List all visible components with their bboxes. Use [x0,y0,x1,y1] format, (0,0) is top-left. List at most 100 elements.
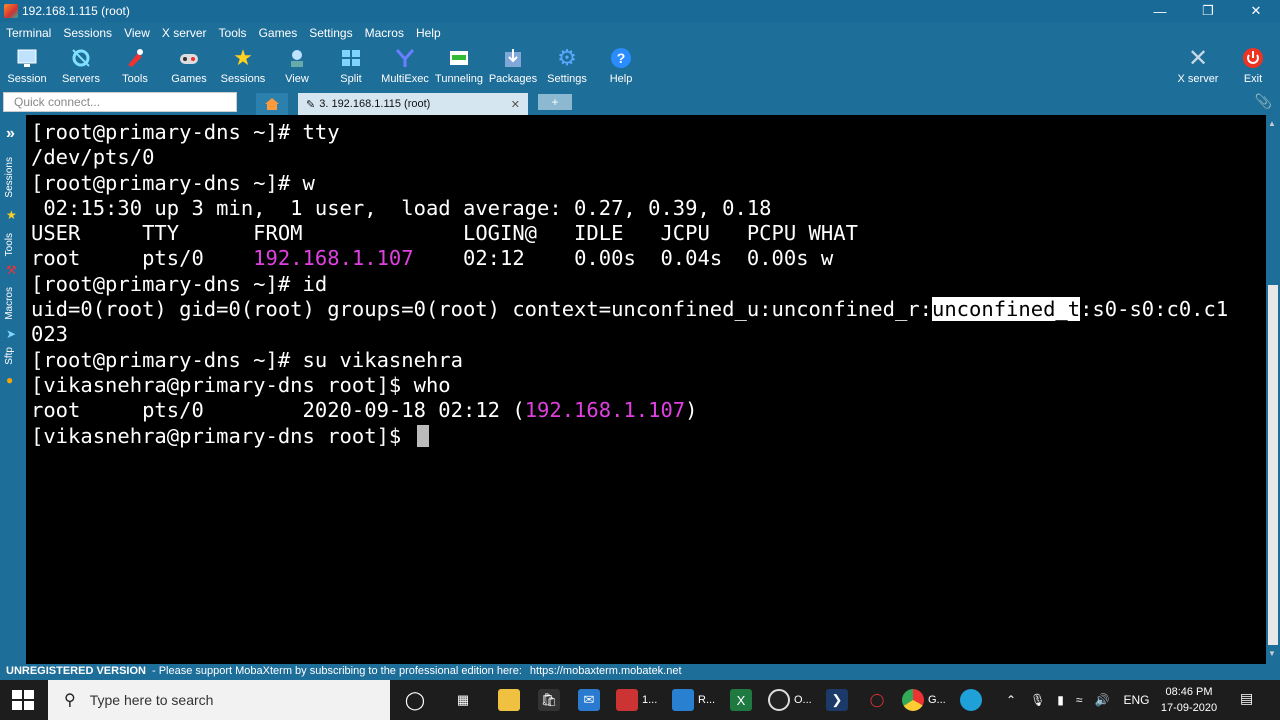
task-view-icon: ▦ [456,692,470,707]
network-icon[interactable]: ≈ [1076,693,1083,707]
file-explorer-button[interactable] [498,688,524,712]
terminal-tab-icon: ✎ [306,98,316,111]
terminal-line: /dev/pts/0 [31,145,155,170]
terminal-line: [root@primary-dns ~]# w [31,170,315,195]
terminal-line: [root@primary-dns ~]# tty [31,120,340,144]
sftp-icon: ● [6,373,14,387]
clock-time: 08:46 PM [1165,686,1213,698]
taskbar-app-excel[interactable]: X [730,688,756,712]
help-button[interactable]: ? Help [594,44,648,90]
taskbar-app-r[interactable]: R... [672,688,715,712]
mic-icon[interactable]: 🎙 [1030,693,1045,707]
exit-button[interactable]: Exit [1226,44,1280,90]
chevron-up-icon[interactable]: ⌃ [1006,693,1016,707]
menu-tools[interactable]: Tools [213,26,253,40]
battery-icon[interactable]: ▮ [1057,693,1064,707]
sidebar-sftp[interactable]: Sftp [4,347,15,365]
terminal-line: 02:15:30 up 3 min, 1 user, load average:… [31,195,772,220]
terminal[interactable]: [root@primary-dns ~]# tty/dev/pts/0 [root… [26,115,1266,664]
tunneling-icon [447,46,471,70]
close-button[interactable]: ✕ [1232,0,1280,22]
taskbar-app-mobaxterm[interactable]: 1... [616,688,657,712]
folder-icon [498,689,520,711]
packages-button[interactable]: Packages [486,44,540,90]
taskbar-app-chrome[interactable]: G... [902,688,946,712]
mail-button[interactable]: ✉ [578,688,604,712]
paperclip-icon[interactable]: 📎 [1255,93,1272,110]
games-button[interactable]: Games [162,44,216,90]
store-icon: 🛍 [538,689,560,711]
help-icon: ? [609,46,633,70]
scroll-down-icon[interactable]: ▼ [1268,649,1276,658]
taskbar-search-input[interactable]: ⚲ Type here to search [48,680,390,720]
terminal-icon: ❯ [826,689,848,711]
notification-icon[interactable]: ▤ [1240,690,1253,707]
task-view-button[interactable]: ▦ [452,688,478,712]
terminal-line: USER TTY FROM LOGIN@ IDLE JCPU PCPU WHAT [31,221,858,246]
settings-button[interactable]: ⚙ Settings [540,44,594,90]
system-tray: ⌃ 🎙 ▮ ≈ 🔊 ENG [998,680,1157,720]
ip-address: 192.168.1.107 [524,398,686,423]
chevron-right-icon[interactable]: » [6,125,15,143]
taskbar-app-red[interactable]: ◯ [866,688,892,712]
close-tab-icon[interactable]: ✕ [511,98,520,111]
terminal-text: 02:12 0.00s 0.04s 0.00s w [413,246,834,271]
session-tab[interactable]: ✎ 3. 192.168.1.115 (root) ✕ [298,93,528,115]
split-icon [339,46,363,70]
mobaxterm-window: 192.168.1.115 (root) — ❐ ✕ Terminal Sess… [0,0,1280,720]
menu-terminal[interactable]: Terminal [0,26,57,40]
sessions-button[interactable]: ★ Sessions [216,44,270,90]
taskbar-app-obs[interactable]: O... [768,688,812,712]
quick-connect-input[interactable]: Quick connect... [3,92,237,112]
obs-icon [768,689,790,711]
mobaxterm-link[interactable]: https://mobaxterm.mobatek.net [530,665,682,677]
store-button[interactable]: 🛍 [538,688,564,712]
toolbar: Session Servers Tools Games ★ Sessions V… [0,44,1280,90]
menu-settings[interactable]: Settings [303,26,358,40]
x-server-button[interactable]: ✕ X server [1171,44,1225,90]
terminal-line: root pts/0 192.168.1.107 02:12 0.00s 0.0… [31,246,1266,271]
terminal-scrollbar[interactable]: ▲ ▼ [1266,115,1280,664]
gear-icon: ⚙ [557,45,577,70]
star-icon: ★ [233,45,253,70]
split-button[interactable]: Split [324,44,378,90]
terminal-line: [vikasnehra@primary-dns root]$ [31,424,1266,449]
status-bar: UNREGISTERED VERSION - Please support Mo… [0,664,1280,678]
view-icon [285,46,309,70]
menu-macros[interactable]: Macros [359,26,410,40]
add-tab-button[interactable]: + [538,94,572,110]
terminal-line: [root@primary-dns ~]# su vikasnehra [31,347,463,372]
tools-button[interactable]: Tools [108,44,162,90]
taskbar-clock[interactable]: 08:46 PM 17-09-2020 [1158,684,1220,716]
minimize-button[interactable]: — [1136,0,1184,22]
taskbar-app-edge[interactable] [960,688,986,712]
tunneling-button[interactable]: Tunneling [432,44,486,90]
sidebar-tools[interactable]: Tools [4,233,15,256]
maximize-button[interactable]: ❐ [1184,0,1232,22]
volume-icon[interactable]: 🔊 [1095,693,1110,707]
cortana-button[interactable]: ◯ [404,688,430,712]
view-button[interactable]: View [270,44,324,90]
home-tab[interactable] [256,93,288,115]
scrollbar-thumb[interactable] [1268,285,1278,645]
sidebar-sessions[interactable]: Sessions [4,157,15,198]
session-button[interactable]: Session [0,44,54,90]
windows-start-icon[interactable] [12,690,34,710]
edge-icon [960,689,982,711]
menu-sessions[interactable]: Sessions [57,26,118,40]
menu-x-server[interactable]: X server [156,26,213,40]
sidebar-macros[interactable]: Macros [4,287,15,320]
multiexec-button[interactable]: MultiExec [378,44,432,90]
search-icon: ⚲ [64,692,76,709]
servers-button[interactable]: Servers [54,44,108,90]
terminal-text: uid=0(root) gid=0(root) groups=0(root) c… [31,297,932,322]
scroll-up-icon[interactable]: ▲ [1268,119,1276,128]
servers-icon [69,46,93,70]
menu-help[interactable]: Help [410,26,447,40]
app-icon [672,689,694,711]
multiexec-icon [393,46,417,70]
menu-view[interactable]: View [118,26,156,40]
taskbar-app-powershell[interactable]: ❯ [826,688,852,712]
language-indicator[interactable]: ENG [1123,693,1149,707]
menu-games[interactable]: Games [253,26,304,40]
